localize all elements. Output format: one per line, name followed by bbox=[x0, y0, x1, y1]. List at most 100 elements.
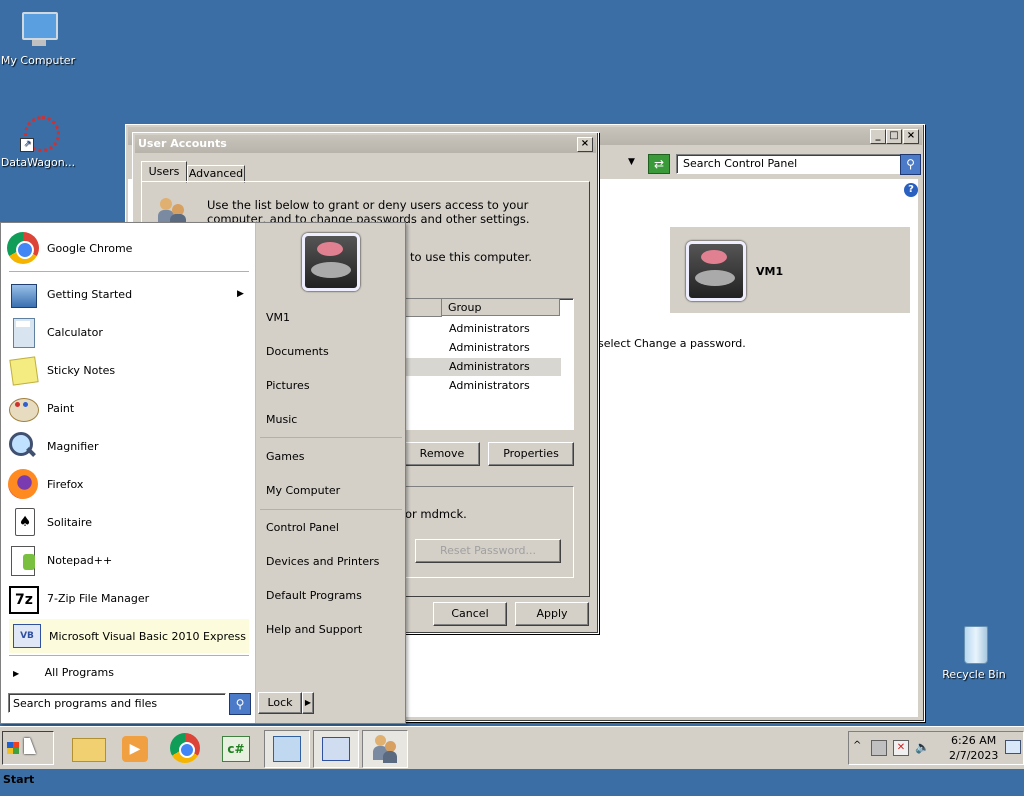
group-cell: Administrators bbox=[449, 322, 530, 335]
datawagon-icon: ↗ bbox=[18, 112, 60, 152]
chrome-icon bbox=[7, 232, 39, 264]
taskbar-chrome[interactable] bbox=[164, 730, 208, 766]
start-menu: Google Chrome Getting Started ▶ Calculat… bbox=[0, 222, 406, 724]
control-panel-icon bbox=[273, 736, 301, 762]
start-menu-places-pane: VM1 Documents Pictures Music Games My Co… bbox=[256, 223, 405, 723]
lock-options-arrow[interactable]: ▶ bbox=[302, 692, 314, 714]
users-label: to use this computer. bbox=[410, 250, 532, 264]
lock-button[interactable]: Lock bbox=[258, 692, 302, 714]
place-help-support[interactable]: Help and Support bbox=[266, 623, 362, 636]
desktop-icon-recycle-bin[interactable]: Recycle Bin bbox=[934, 624, 1014, 681]
magnifier-icon bbox=[7, 430, 39, 462]
sticky-notes-icon bbox=[7, 354, 39, 386]
program-getting-started[interactable]: Getting Started ▶ bbox=[7, 277, 247, 311]
control-panel-search-input[interactable]: Search Control Panel bbox=[676, 154, 904, 174]
program-firefox[interactable]: Firefox bbox=[7, 467, 247, 501]
maximize-button[interactable]: □ bbox=[886, 129, 902, 144]
user-card[interactable]: VM1 bbox=[670, 227, 910, 313]
program-label: Firefox bbox=[47, 477, 84, 491]
apply-button[interactable]: Apply bbox=[515, 602, 589, 626]
desktop-icon-my-computer[interactable]: My Computer bbox=[0, 10, 78, 67]
show-desktop-icon[interactable] bbox=[1005, 740, 1021, 754]
remove-button[interactable]: Remove bbox=[404, 442, 480, 466]
user-picture[interactable] bbox=[302, 233, 360, 291]
place-music[interactable]: Music bbox=[266, 413, 297, 426]
program-label: Solitaire bbox=[47, 515, 92, 529]
dropdown-arrow-icon[interactable]: ▼ bbox=[628, 157, 635, 167]
taskbar-explorer[interactable] bbox=[66, 730, 110, 766]
desktop-icon-datawagon[interactable]: ↗ DataWagon... bbox=[0, 112, 78, 169]
menu-separator bbox=[9, 271, 249, 272]
recycle-bin-icon bbox=[954, 624, 994, 664]
tab-label: Advanced bbox=[188, 167, 244, 180]
clock-date[interactable]: 2/7/2023 bbox=[949, 749, 998, 762]
place-games[interactable]: Games bbox=[266, 450, 304, 463]
start-menu-programs-pane: Google Chrome Getting Started ▶ Calculat… bbox=[1, 223, 256, 723]
place-my-computer[interactable]: My Computer bbox=[266, 484, 340, 497]
taskbar-media-player[interactable]: ▶ bbox=[114, 730, 158, 766]
paint-icon bbox=[7, 392, 39, 424]
notepadpp-icon bbox=[7, 544, 39, 576]
user-accounts-titlebar: User Accounts × bbox=[135, 135, 596, 153]
group-cell: Administrators bbox=[449, 379, 530, 392]
program-solitaire[interactable]: ♠ Solitaire bbox=[7, 505, 247, 539]
start-search-input[interactable]: Search programs and files bbox=[8, 693, 226, 713]
program-label: Getting Started bbox=[47, 287, 133, 301]
place-control-panel[interactable]: Control Panel bbox=[266, 521, 339, 534]
getting-started-icon bbox=[7, 278, 39, 310]
program-label: 7-Zip File Manager bbox=[47, 591, 150, 605]
network-icon[interactable] bbox=[871, 740, 887, 756]
column-header-group[interactable]: Group bbox=[442, 299, 560, 316]
user-avatar bbox=[686, 241, 746, 301]
show-hidden-icons-button[interactable]: ^ bbox=[853, 740, 861, 751]
program-7zip[interactable]: 7z 7-Zip File Manager bbox=[7, 581, 247, 615]
program-paint[interactable]: Paint bbox=[7, 391, 247, 425]
properties-button[interactable]: Properties bbox=[488, 442, 574, 466]
program-google-chrome[interactable]: Google Chrome bbox=[7, 231, 247, 265]
media-player-icon: ▶ bbox=[122, 736, 148, 762]
search-icon[interactable]: ⚲ bbox=[900, 154, 921, 175]
search-icon[interactable]: ⚲ bbox=[229, 693, 251, 715]
program-sticky-notes[interactable]: Sticky Notes bbox=[7, 353, 247, 387]
tab-users[interactable]: Users bbox=[141, 161, 187, 183]
reset-password-button[interactable]: Reset Password... bbox=[415, 539, 561, 563]
csharp-icon: c# bbox=[222, 736, 250, 762]
start-label: Start bbox=[3, 773, 35, 786]
refresh-icon[interactable]: ⇄ bbox=[648, 154, 670, 174]
cancel-button[interactable]: Cancel bbox=[433, 602, 507, 626]
program-label: Google Chrome bbox=[47, 241, 133, 255]
menu-separator bbox=[260, 509, 402, 510]
place-user[interactable]: VM1 bbox=[266, 311, 290, 324]
help-icon[interactable]: ? bbox=[904, 183, 918, 197]
taskbar: Start ▶ c# ^ ✕ 🔈 6:26 AM 2/7/2023 bbox=[0, 726, 1024, 786]
search-placeholder: Search Control Panel bbox=[683, 157, 798, 170]
desktop-icon-label: Recycle Bin bbox=[942, 668, 1006, 681]
taskbar-user-accounts[interactable] bbox=[362, 730, 408, 768]
computer-icon bbox=[18, 10, 58, 50]
place-pictures[interactable]: Pictures bbox=[266, 379, 310, 392]
program-calculator[interactable]: Calculator bbox=[7, 315, 247, 349]
place-default-programs[interactable]: Default Programs bbox=[266, 589, 362, 602]
place-documents[interactable]: Documents bbox=[266, 345, 329, 358]
desktop-icon-label: DataWagon... bbox=[0, 156, 76, 169]
dialog-title: User Accounts bbox=[138, 137, 227, 150]
clock-time[interactable]: 6:26 AM bbox=[951, 734, 996, 747]
taskbar-keyboard[interactable] bbox=[313, 730, 359, 768]
close-button[interactable]: × bbox=[577, 137, 593, 152]
menu-separator bbox=[9, 655, 249, 656]
close-button[interactable]: × bbox=[903, 129, 919, 144]
user-card-name: VM1 bbox=[756, 265, 784, 278]
firefox-icon bbox=[7, 468, 39, 500]
all-programs-label: All Programs bbox=[44, 666, 114, 679]
program-visual-basic[interactable]: VB Microsoft Visual Basic 2010 Express bbox=[9, 619, 249, 653]
minimize-button[interactable]: _ bbox=[870, 129, 886, 144]
place-devices-printers[interactable]: Devices and Printers bbox=[266, 555, 379, 568]
program-label: Magnifier bbox=[47, 439, 99, 453]
program-notepadpp[interactable]: Notepad++ bbox=[7, 543, 247, 577]
taskbar-control-panel[interactable] bbox=[264, 730, 310, 768]
taskbar-csharp[interactable]: c# bbox=[214, 730, 258, 766]
volume-icon[interactable]: 🔈 bbox=[915, 740, 930, 754]
action-center-icon[interactable]: ✕ bbox=[893, 740, 909, 756]
program-magnifier[interactable]: Magnifier bbox=[7, 429, 247, 463]
all-programs-button[interactable]: ▶ All Programs bbox=[9, 663, 249, 683]
